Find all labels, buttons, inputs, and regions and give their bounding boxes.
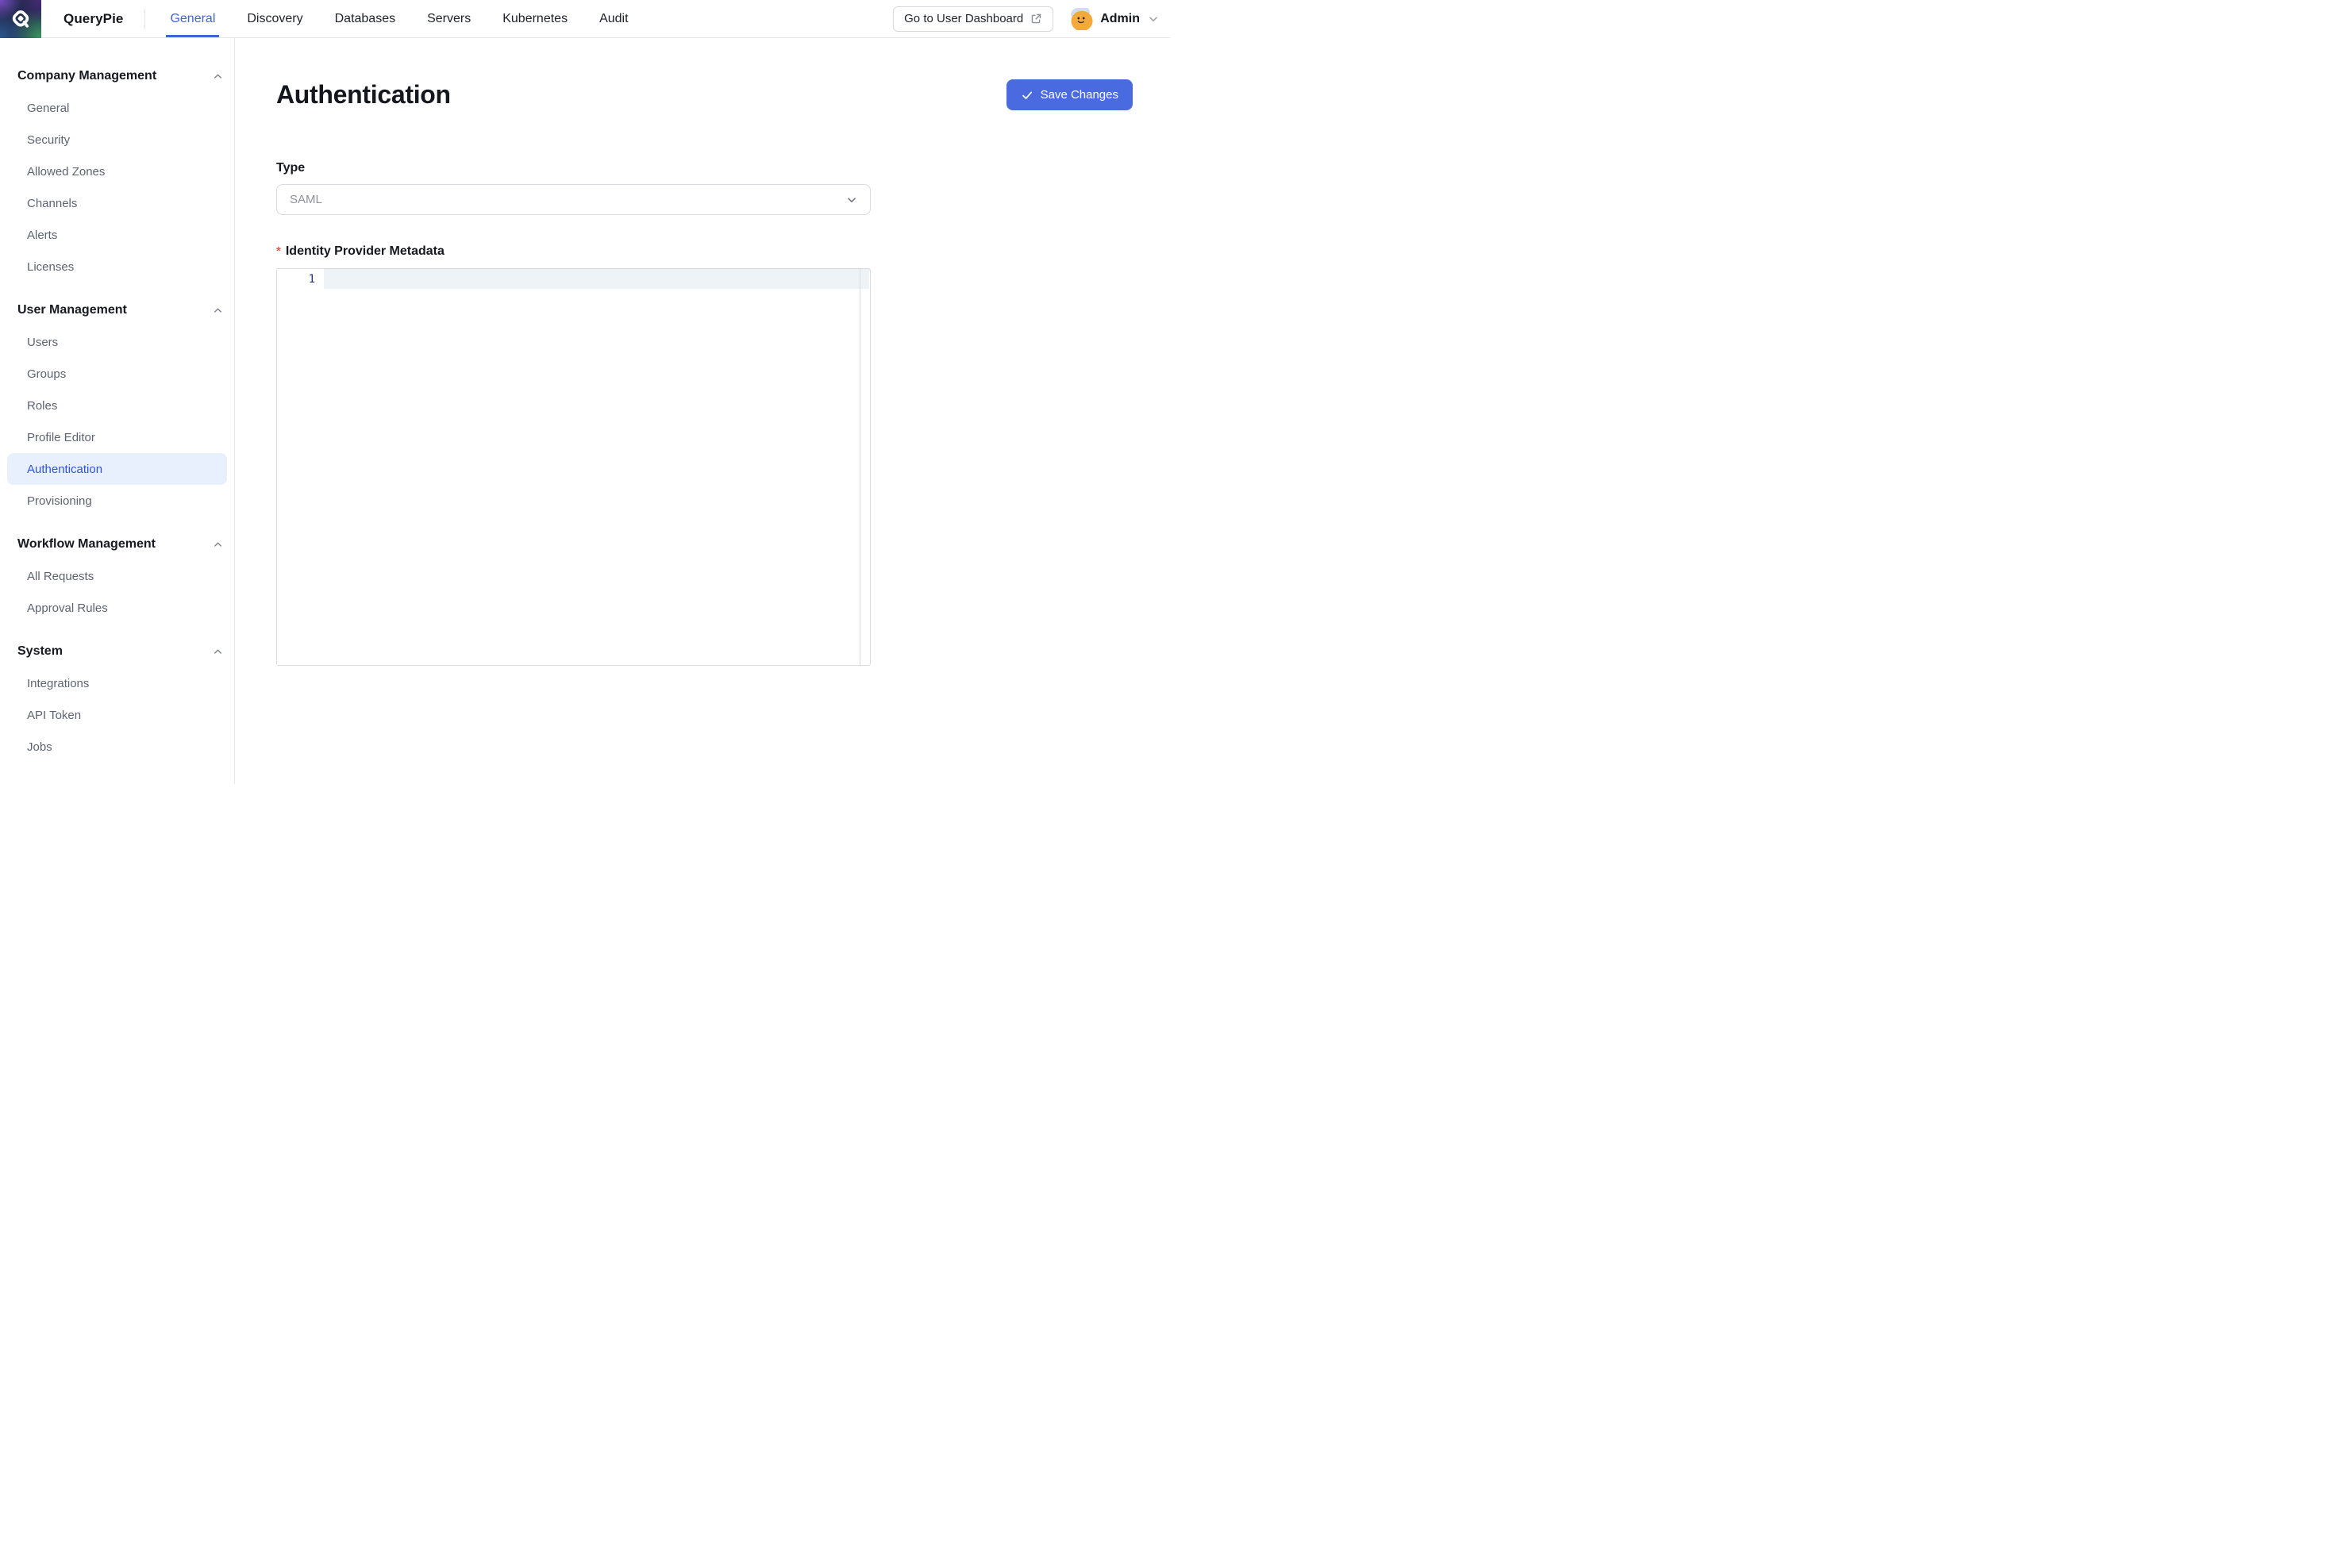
editor-line-number-gutter: 1 bbox=[277, 269, 324, 665]
sidebar-header-system[interactable]: System bbox=[0, 636, 234, 667]
user-name-label[interactable]: Admin bbox=[1100, 12, 1140, 26]
sidebar-header-company-management[interactable]: Company Management bbox=[0, 60, 234, 92]
type-label: Type bbox=[276, 161, 306, 175]
sidebar-item-approval-rules[interactable]: Approval Rules bbox=[7, 592, 227, 624]
type-select-value: SAML bbox=[290, 193, 322, 206]
sidebar-section-system: System Integrations API Token Jobs bbox=[0, 636, 234, 763]
sidebar-item-provisioning[interactable]: Provisioning bbox=[7, 485, 227, 517]
sidebar-item-roles[interactable]: Roles bbox=[7, 390, 227, 421]
metadata-text-input[interactable] bbox=[324, 269, 859, 665]
tab-discovery[interactable]: Discovery bbox=[247, 0, 302, 37]
required-asterisk: * bbox=[276, 244, 281, 258]
sidebar-section-company-management: Company Management General Security Allo… bbox=[0, 60, 234, 282]
sidebar-item-authentication[interactable]: Authentication bbox=[7, 453, 227, 485]
topbar-right-group: Go to User Dashboard Admin bbox=[893, 6, 1170, 32]
chevron-up-icon bbox=[214, 649, 221, 654]
sidebar-header-user-management[interactable]: User Management bbox=[0, 294, 234, 326]
editor-line-number: 1 bbox=[308, 273, 315, 286]
sidebar-item-alerts[interactable]: Alerts bbox=[7, 219, 227, 251]
chevron-up-icon bbox=[214, 74, 221, 79]
brand-name: QueryPie bbox=[64, 10, 124, 26]
sidebar-item-jobs[interactable]: Jobs bbox=[7, 731, 227, 763]
chevron-up-icon bbox=[214, 308, 221, 313]
main-content: Authentication Save Changes Type SAML * … bbox=[235, 38, 1170, 784]
page-title: Authentication bbox=[276, 80, 451, 109]
sidebar-item-api-token[interactable]: API Token bbox=[7, 699, 227, 731]
chevron-up-icon bbox=[214, 542, 221, 547]
chevron-down-icon bbox=[848, 197, 856, 202]
sidebar-item-all-requests[interactable]: All Requests bbox=[7, 560, 227, 592]
tab-audit[interactable]: Audit bbox=[599, 0, 628, 37]
section-title: Company Management bbox=[17, 69, 157, 83]
save-changes-button[interactable]: Save Changes bbox=[1006, 79, 1133, 110]
tab-kubernetes[interactable]: Kubernetes bbox=[502, 0, 568, 37]
sidebar-item-allowed-zones[interactable]: Allowed Zones bbox=[7, 156, 227, 187]
top-bar: QueryPie General Discovery Databases Ser… bbox=[0, 0, 1170, 38]
external-link-icon bbox=[1031, 13, 1041, 24]
chevron-down-icon bbox=[1149, 16, 1157, 21]
sidebar-section-user-management: User Management Users Groups Roles Profi… bbox=[0, 294, 234, 517]
tab-databases[interactable]: Databases bbox=[335, 0, 396, 37]
avatar-face-icon bbox=[1071, 7, 1094, 30]
check-icon bbox=[1022, 91, 1032, 99]
sidebar-header-workflow-management[interactable]: Workflow Management bbox=[0, 528, 234, 560]
go-to-user-dashboard-button[interactable]: Go to User Dashboard bbox=[893, 6, 1054, 32]
tab-general[interactable]: General bbox=[166, 0, 220, 37]
sidebar-item-integrations[interactable]: Integrations bbox=[7, 667, 227, 699]
sidebar-section-workflow-management: Workflow Management All Requests Approva… bbox=[0, 528, 234, 624]
sidebar-item-channels[interactable]: Channels bbox=[7, 187, 227, 219]
identity-provider-metadata-label: Identity Provider Metadata bbox=[285, 244, 445, 258]
section-title: Workflow Management bbox=[17, 537, 156, 551]
sidebar-item-groups[interactable]: Groups bbox=[7, 358, 227, 390]
user-avatar[interactable] bbox=[1071, 7, 1094, 30]
sidebar-item-profile-editor[interactable]: Profile Editor bbox=[7, 421, 227, 453]
sidebar-item-security[interactable]: Security bbox=[7, 124, 227, 156]
settings-sidebar: Company Management General Security Allo… bbox=[0, 38, 235, 784]
section-title: User Management bbox=[17, 303, 127, 317]
topbar-divider bbox=[144, 8, 146, 29]
sidebar-item-licenses[interactable]: Licenses bbox=[7, 251, 227, 282]
querypie-logo-icon[interactable] bbox=[0, 0, 41, 38]
editor-scrollbar[interactable] bbox=[860, 269, 870, 665]
authentication-form: Type SAML * Identity Provider Metadata 1 bbox=[276, 161, 871, 666]
top-navigation: General Discovery Databases Servers Kube… bbox=[166, 0, 629, 37]
sidebar-item-users[interactable]: Users bbox=[7, 326, 227, 358]
metadata-code-editor: 1 bbox=[276, 268, 871, 666]
save-changes-label: Save Changes bbox=[1040, 88, 1118, 102]
tab-servers[interactable]: Servers bbox=[427, 0, 471, 37]
sidebar-item-general[interactable]: General bbox=[7, 92, 227, 124]
user-menu-trigger[interactable] bbox=[1148, 13, 1159, 25]
go-to-user-dashboard-label: Go to User Dashboard bbox=[904, 12, 1024, 25]
type-select[interactable]: SAML bbox=[276, 184, 871, 215]
logo-q-mark bbox=[12, 10, 29, 28]
section-title: System bbox=[17, 644, 63, 658]
